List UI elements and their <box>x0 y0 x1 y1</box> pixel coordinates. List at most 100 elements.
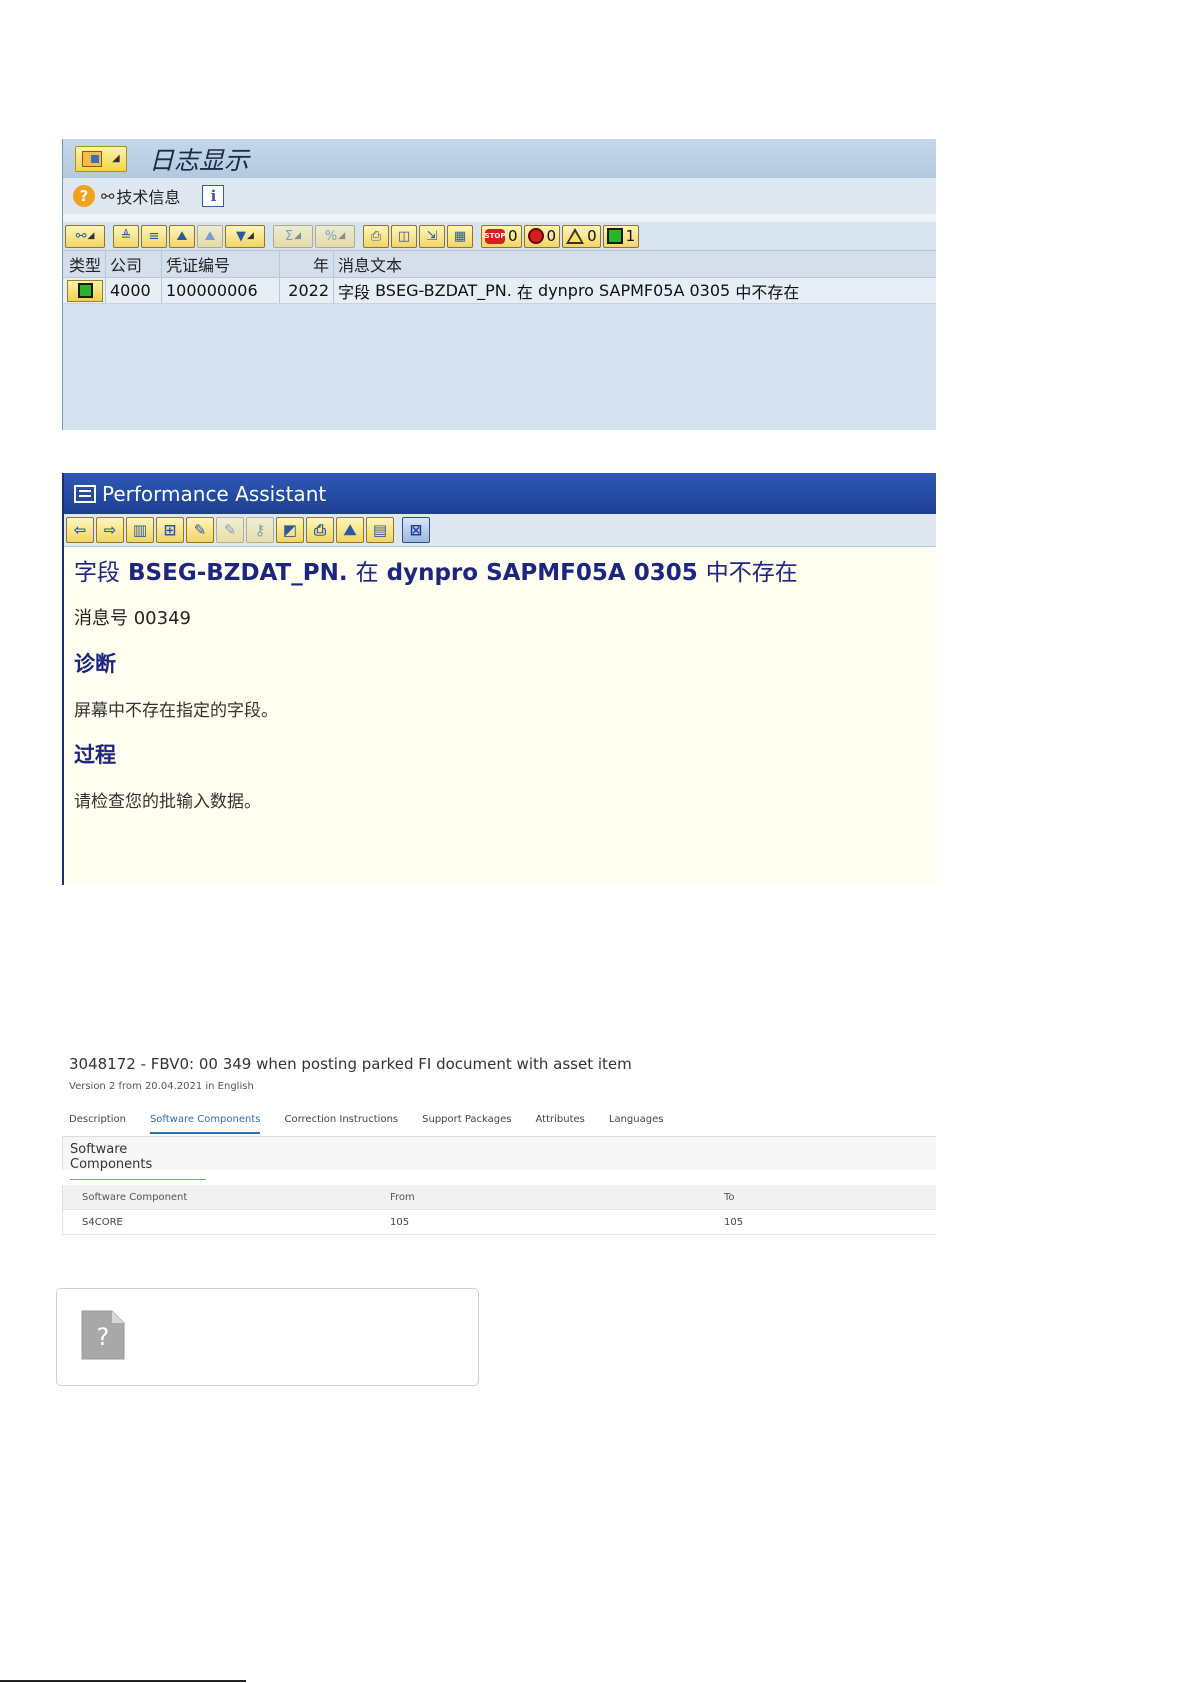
heading-in: 在 <box>355 560 379 586</box>
find-next-button[interactable]: ⛰ <box>197 224 223 248</box>
subtotal-button[interactable]: % ◢ <box>315 224 355 248</box>
back-button[interactable]: ⇦ <box>66 517 94 543</box>
forward-button[interactable]: ⇨ <box>96 517 124 543</box>
column-header-type[interactable]: 类型 <box>63 251 105 277</box>
missing-file-icon: ? <box>81 1310 125 1360</box>
views-button[interactable]: ◫ <box>391 224 417 248</box>
settings-button[interactable]: ◩ <box>276 517 304 543</box>
heading-dynpro: dynpro SAPMF05A 0305 <box>386 560 698 586</box>
key-button[interactable]: ⚷ <box>246 517 274 543</box>
year-cell: 2022 <box>279 278 333 303</box>
tab-attributes[interactable]: Attributes <box>536 1114 585 1134</box>
technical-info-button[interactable]: 技术信息 <box>116 184 180 208</box>
log-display-window: ◢ 日志显示 ? ⚯ 技术信息 i ⚯ ◢ ≜ ≡ ⛰ ⛰ ▼ ◢ Σ ◢ % ◢ ⎙ … <box>62 139 936 430</box>
column-header-company[interactable]: 公司 <box>105 251 161 277</box>
dropdown-arrow-icon: ◢ <box>87 231 95 241</box>
company-cell: 4000 <box>105 278 161 303</box>
missing-file-glyph: ? <box>97 1323 110 1351</box>
message-cell: 字段 BSEG-BZDAT_PN. 在 dynpro SAPMF05A 0305… <box>333 278 936 303</box>
glasses-icon[interactable]: ⚯ <box>101 187 114 206</box>
column-header-to[interactable]: To <box>724 1192 936 1203</box>
divider-line <box>0 1680 246 1682</box>
print-button[interactable]: ⎙ <box>306 517 334 543</box>
table-header-row: Software Component From To <box>63 1185 936 1210</box>
attachment-placeholder-card[interactable]: ? <box>56 1288 479 1386</box>
dropdown-arrow-icon: ◢ <box>112 153 120 164</box>
arrow-left-icon: ⇦ <box>73 521 87 539</box>
heading-prefix: 字段 <box>74 560 120 586</box>
system-menu-button[interactable]: ◢ <box>75 145 127 172</box>
edit-disabled-icon: ✎ <box>223 521 237 539</box>
sort-ascending-button[interactable]: ≜ <box>113 224 139 248</box>
column-header-software-component[interactable]: Software Component <box>63 1192 390 1203</box>
warning-counter[interactable]: 0 <box>562 224 601 248</box>
column-header-message[interactable]: 消息文本 <box>333 251 936 277</box>
diagnosis-text: 屏幕中不存在指定的字段。 <box>74 701 278 721</box>
info-icon[interactable]: i <box>202 185 225 207</box>
total-button[interactable]: Σ ◢ <box>273 224 313 248</box>
pa-title: Performance Assistant <box>102 481 327 506</box>
message-number: 消息号 00349 <box>74 604 926 630</box>
filter-button[interactable]: ▼ ◢ <box>225 224 265 248</box>
printer-icon: ⎙ <box>313 521 326 539</box>
warning-count: 0 <box>587 227 597 245</box>
edit-disabled-button[interactable]: ✎ <box>216 517 244 543</box>
doc-button[interactable]: ▤ <box>366 517 394 543</box>
tab-support-packages[interactable]: Support Packages <box>422 1114 511 1134</box>
error-count: 0 <box>546 227 557 245</box>
document-icon: ▤ <box>372 521 388 539</box>
tab-software-components[interactable]: Software Components <box>149 1114 261 1134</box>
tab-languages[interactable]: Languages <box>609 1114 664 1134</box>
find-button[interactable]: ⛰ <box>169 224 195 248</box>
table-row[interactable]: 4000 100000006 2022 字段 BSEG-BZDAT_PN. 在 … <box>63 278 936 304</box>
binoculars-icon: ⛰ <box>343 521 357 539</box>
success-counter[interactable]: 1 <box>602 224 640 248</box>
success-icon <box>77 283 93 298</box>
find-button[interactable]: ⛰ <box>336 517 364 543</box>
stop-icon: STOP <box>485 228 505 244</box>
procedure-text: 请检查您的批输入数据。 <box>74 792 261 812</box>
error-counter[interactable]: 0 <box>523 224 561 248</box>
settings-icon: ◩ <box>282 521 298 539</box>
arrow-right-icon: ⇨ <box>103 521 117 539</box>
doc-no-cell: 100000006 <box>161 278 279 303</box>
message-prefix: 字段 <box>338 282 371 302</box>
success-icon <box>606 228 623 244</box>
stop-counter[interactable]: STOP 0 <box>481 224 522 248</box>
sort-ascending-icon: ≜ <box>120 228 132 244</box>
warning-icon <box>566 228 585 244</box>
glasses-icon: ⚯ <box>75 228 87 244</box>
export-button[interactable]: ⇲ <box>419 224 445 248</box>
tab-description[interactable]: Description <box>69 1114 126 1134</box>
tab-correction-instructions[interactable]: Correction Instructions <box>284 1114 398 1134</box>
note-tabs: Description Software Components Correcti… <box>69 1114 687 1134</box>
stop-count: 0 <box>508 227 518 245</box>
find-next-icon: ⛰ <box>204 228 216 244</box>
structure-button[interactable]: ⊞ <box>156 517 184 543</box>
grid-icon: ▦ <box>453 228 467 244</box>
pa-content: 字段 BSEG-BZDAT_PN. 在 dynpro SAPMF05A 0305… <box>64 547 936 818</box>
table-row: S4CORE 105 105 <box>63 1210 936 1235</box>
details-button[interactable]: ⚯ ◢ <box>65 224 105 248</box>
edit-button[interactable]: ✎ <box>186 517 214 543</box>
dropdown-arrow-icon: ◢ <box>294 231 302 241</box>
column-header-doc-no[interactable]: 凭证编号 <box>161 251 279 277</box>
pa-heading: 字段 BSEG-BZDAT_PN. 在 dynpro SAPMF05A 0305… <box>74 553 926 587</box>
message-number-label: 消息号 <box>74 608 128 629</box>
help-icon[interactable]: ? <box>73 185 95 207</box>
type-cell <box>63 279 105 302</box>
key-icon: ⚷ <box>254 521 266 539</box>
column-header-from[interactable]: From <box>390 1192 724 1203</box>
sort-descending-button[interactable]: ≡ <box>141 224 167 248</box>
software-components-table: Software Component From To S4CORE 105 10… <box>62 1185 936 1235</box>
success-count: 1 <box>625 227 636 245</box>
column-header-year[interactable]: 年 <box>279 251 333 277</box>
procedure-title: 过程 <box>74 742 116 767</box>
heading-suffix: 中不存在 <box>705 560 798 586</box>
close-button[interactable]: ⊠ <box>402 517 430 543</box>
dropdown-arrow-icon: ◢ <box>247 231 254 241</box>
layout-button[interactable]: ▦ <box>447 224 473 248</box>
print-button[interactable]: ⎙ <box>363 224 389 248</box>
note-title: 3048172 - FBV0: 00 349 when posting park… <box>69 1055 632 1073</box>
manual-button[interactable]: ▥ <box>126 517 154 543</box>
